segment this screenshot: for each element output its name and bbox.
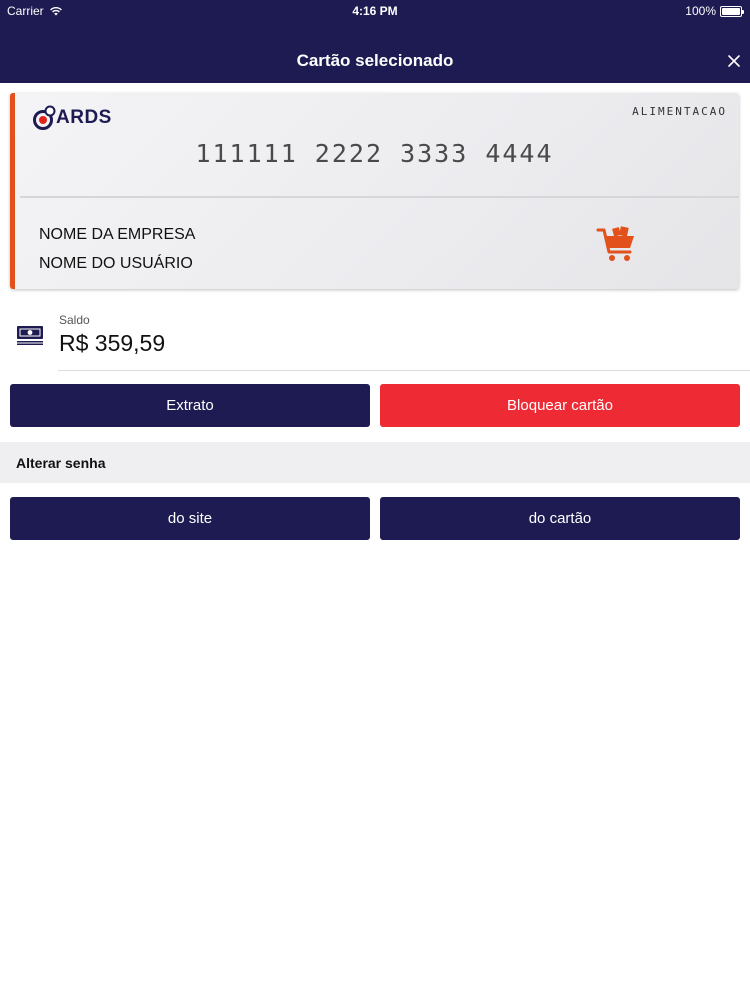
card-number: 111111 2222 3333 4444 [195, 139, 554, 168]
status-time: 4:16 PM [352, 4, 398, 18]
card-divider [20, 196, 739, 198]
card-accent-stripe [10, 93, 15, 289]
card-company-name: NOME DA EMPRESA [39, 226, 196, 243]
battery-label: 100% [685, 4, 716, 18]
change-password-title: Alterar senha [16, 455, 106, 471]
shopping-cart-icon [596, 226, 634, 261]
card-type: ALIMENTACAO [632, 105, 727, 118]
change-card-password-button[interactable]: do cartão [380, 497, 740, 540]
change-site-password-button[interactable]: do site [10, 497, 370, 540]
cards-logo-text: ARDS [56, 107, 112, 128]
block-card-button[interactable]: Bloquear cartão [380, 384, 740, 427]
app-header: Carrier 4:16 PM 100% Cartão selecionado [0, 0, 750, 83]
selected-card[interactable]: ARDS ALIMENTACAO 111111 2222 3333 4444 N… [10, 93, 739, 289]
status-bar: Carrier 4:16 PM 100% [0, 0, 750, 22]
money-icon [17, 326, 43, 345]
balance-label: Saldo [59, 313, 90, 327]
card-user-name: NOME DO USUÁRIO [39, 255, 193, 272]
cards-logo-icon [33, 105, 56, 130]
balance-divider [58, 370, 750, 371]
balance-value: R$ 359,59 [59, 330, 166, 356]
balance-section: Saldo R$ 359,59 [0, 305, 750, 371]
cards-logo: ARDS [32, 105, 112, 131]
battery-icon [720, 5, 744, 17]
change-password-section: Alterar senha [0, 442, 750, 483]
page-title: Cartão selecionado [296, 51, 454, 70]
statement-button[interactable]: Extrato [10, 384, 370, 427]
close-icon[interactable] [726, 53, 742, 69]
status-right: 100% [685, 4, 744, 18]
